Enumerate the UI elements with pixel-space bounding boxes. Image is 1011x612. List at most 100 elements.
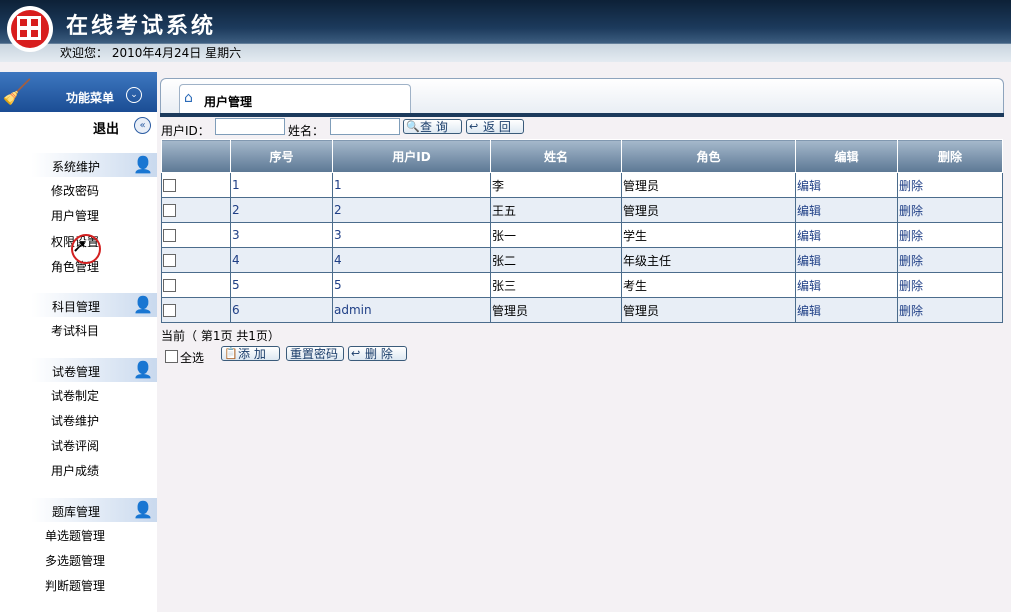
table-row: 6 admin 管理员 管理员 编辑 删除: [161, 297, 1003, 323]
sidebar-item-user-management[interactable]: 用户管理: [51, 207, 99, 224]
edit-link[interactable]: 编辑: [795, 297, 898, 323]
back-button[interactable]: ↩ 返 回: [466, 119, 524, 134]
column-header-delete: 删除: [897, 139, 1003, 173]
row-checkbox[interactable]: [163, 279, 176, 292]
cell-no: 2: [230, 197, 333, 223]
app-header: 在线考试系统 欢迎您： 2010年4月24日 星期六: [0, 0, 1011, 62]
column-header-role: 角色: [621, 139, 796, 173]
userid-input[interactable]: [215, 118, 285, 135]
edit-link[interactable]: 编辑: [795, 197, 898, 223]
logout-label[interactable]: 退出: [93, 118, 119, 137]
table-row: 2 2 王五 管理员 编辑 删除: [161, 197, 1003, 223]
logout-row[interactable]: 退出 «: [0, 112, 157, 140]
cell-no: 1: [230, 172, 333, 198]
section-title: 系统维护: [52, 160, 101, 174]
select-all-checkbox[interactable]: [165, 350, 178, 363]
cell-name: 李: [490, 172, 622, 198]
cell-name: 王五: [490, 197, 622, 223]
user-icon: 👤: [133, 500, 153, 519]
pager-text: 当前（ 第1页 共1页）: [161, 329, 280, 343]
cell-no: 4: [230, 247, 333, 273]
name-input[interactable]: [330, 118, 400, 135]
add-button[interactable]: 📋 添 加: [221, 346, 280, 361]
sidebar-item-true-false[interactable]: 判断题管理: [45, 577, 105, 594]
delete-button[interactable]: ↩ 删 除: [348, 346, 407, 361]
tab-user-management[interactable]: ⌂ 用户管理: [179, 84, 411, 114]
column-header-edit: 编辑: [795, 139, 898, 173]
table-row: 3 3 张一 学生 编辑 删除: [161, 222, 1003, 248]
edit-link[interactable]: 编辑: [795, 172, 898, 198]
sidebar-item-multi-choice[interactable]: 多选题管理: [45, 552, 105, 569]
reset-password-label: 重置密码: [290, 347, 339, 361]
delete-link[interactable]: 删除: [897, 247, 1003, 273]
add-button-label: 添 加: [238, 347, 266, 361]
sidebar: 🧹 功能菜单 ⌄ 退出 « 系统维护 👤 修改密码 用户管理 权限设置 角色管理…: [0, 72, 157, 612]
sidebar-section-papers[interactable]: 试卷管理 👤: [0, 358, 157, 382]
sidebar-menu-header: 🧹 功能菜单 ⌄: [0, 72, 157, 112]
userid-label: 用户ID：: [161, 124, 210, 138]
delete-button-label: 删 除: [365, 347, 393, 361]
cell-role: 年级主任: [621, 247, 796, 273]
cell-role: 管理员: [621, 197, 796, 223]
back-icon: ↩: [469, 120, 479, 133]
sidebar-section-subjects[interactable]: 科目管理 👤: [0, 293, 157, 317]
cell-userid: 1: [332, 172, 491, 198]
reset-password-button[interactable]: 重置密码: [286, 346, 344, 361]
cell-name: 张二: [490, 247, 622, 273]
tab-label: 用户管理: [204, 95, 253, 109]
row-checkbox[interactable]: [163, 204, 176, 217]
row-checkbox[interactable]: [163, 179, 176, 192]
cell-no: 5: [230, 272, 333, 298]
home-icon: ⌂: [184, 90, 193, 106]
row-checkbox[interactable]: [163, 254, 176, 267]
search-button-label: 查 询: [420, 120, 448, 134]
sidebar-item-paper-create[interactable]: 试卷制定: [51, 387, 99, 404]
delete-link[interactable]: 删除: [897, 297, 1003, 323]
select-all-label: 全选: [180, 351, 205, 365]
sidebar-section-question-bank[interactable]: 题库管理 👤: [0, 498, 157, 522]
cell-role: 管理员: [621, 297, 796, 323]
cell-userid: 5: [332, 272, 491, 298]
back-button-label: 返 回: [483, 120, 511, 134]
sidebar-item-exam-subjects[interactable]: 考试科目: [51, 322, 99, 339]
name-label: 姓名：: [288, 124, 325, 138]
table-header-row: 序号 用户ID 姓名 角色 编辑 删除: [161, 139, 1003, 173]
delete-icon: ↩: [351, 347, 361, 360]
sidebar-item-change-password[interactable]: 修改密码: [51, 182, 99, 199]
user-icon: 👤: [133, 360, 153, 379]
chevron-down-icon[interactable]: ⌄: [126, 87, 142, 103]
chevron-left-icon[interactable]: «: [134, 117, 151, 134]
column-header-select: [161, 139, 231, 173]
tab-bar: ⌂ 用户管理: [160, 78, 1004, 117]
app-title: 在线考试系统: [66, 13, 217, 39]
delete-link[interactable]: 删除: [897, 222, 1003, 248]
sidebar-item-paper-maintain[interactable]: 试卷维护: [51, 412, 99, 429]
delete-link[interactable]: 删除: [897, 272, 1003, 298]
broom-icon: 🧹: [2, 78, 32, 106]
cell-userid: 3: [332, 222, 491, 248]
cell-name: 张三: [490, 272, 622, 298]
row-checkbox[interactable]: [163, 304, 176, 317]
cell-no: 6: [230, 297, 333, 323]
delete-link[interactable]: 删除: [897, 197, 1003, 223]
delete-link[interactable]: 删除: [897, 172, 1003, 198]
sidebar-item-single-choice[interactable]: 单选题管理: [45, 527, 105, 544]
table-row: 4 4 张二 年级主任 编辑 删除: [161, 247, 1003, 273]
edit-link[interactable]: 编辑: [795, 247, 898, 273]
cell-userid: 4: [332, 247, 491, 273]
edit-link[interactable]: 编辑: [795, 272, 898, 298]
menu-title: 功能菜单: [66, 91, 115, 105]
cell-no: 3: [230, 222, 333, 248]
edit-link[interactable]: 编辑: [795, 222, 898, 248]
section-title: 科目管理: [52, 300, 101, 314]
cell-role: 学生: [621, 222, 796, 248]
cell-userid: admin: [332, 297, 491, 323]
row-checkbox[interactable]: [163, 229, 176, 242]
sidebar-item-paper-review[interactable]: 试卷评阅: [51, 437, 99, 454]
sidebar-section-system[interactable]: 系统维护 👤: [0, 153, 157, 177]
column-header-name: 姓名: [490, 139, 622, 173]
search-button[interactable]: 🔍 查 询: [403, 119, 462, 134]
sidebar-item-user-scores[interactable]: 用户成绩: [51, 462, 99, 479]
cell-name: 张一: [490, 222, 622, 248]
user-table: 序号 用户ID 姓名 角色 编辑 删除 1 1 李 管理员 编辑 删除 2 2 …: [161, 139, 1003, 323]
